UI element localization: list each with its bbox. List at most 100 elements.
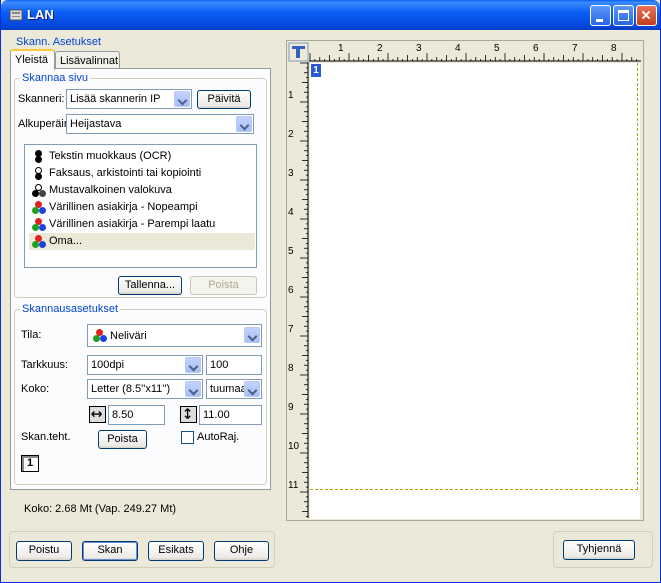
page-marker[interactable]: 1 <box>311 64 321 77</box>
ruler-left-label: 10 <box>288 441 300 452</box>
width-input[interactable]: 8.50 <box>108 405 165 425</box>
scan-area-delete-button[interactable]: Poista <box>98 430 147 449</box>
ruler-top-label: 8 <box>611 43 617 54</box>
mode-select-value: Neliväri <box>110 330 147 342</box>
scanner-app-icon <box>9 9 23 21</box>
help-button[interactable]: Ohje <box>214 541 269 561</box>
unit-select-value: tuumaa <box>210 383 247 395</box>
width-icon <box>89 406 106 423</box>
ruler-left-label: 3 <box>288 168 294 179</box>
ruler-left-label: 7 <box>288 324 294 335</box>
ruler-left-label: 8 <box>288 363 294 374</box>
ruler-top-label: 1 <box>338 43 344 54</box>
ruler-left-label: 11 <box>288 480 299 491</box>
minimize-button[interactable] <box>590 5 611 26</box>
color-dots-icon <box>32 201 46 214</box>
tab-advanced-label: Lisävalinnat <box>60 55 119 67</box>
scan-settings-legend: Skannausasetukset <box>20 303 121 315</box>
tab-general[interactable]: Yleistä <box>10 49 55 70</box>
preset-label: Oma... <box>49 235 83 247</box>
scan-area-frame[interactable] <box>310 63 638 490</box>
preset-label: Värillinen asiakirja - Nopeampi <box>49 201 198 213</box>
autocrop-checkbox[interactable] <box>181 431 194 444</box>
resolution-select[interactable]: 100dpi <box>87 355 203 375</box>
gray-dots-icon <box>32 184 46 197</box>
preset-list[interactable]: Tekstin muokkaus (OCR) Faksaus, arkistoi… <box>24 144 257 268</box>
resolution-label: Tarkkuus: <box>21 359 69 371</box>
preset-item[interactable]: Värillinen asiakirja - Parempi laatu <box>29 216 255 233</box>
ruler-left: 1 2 3 4 5 6 7 8 9 10 11 <box>288 62 309 518</box>
chevron-down-icon <box>185 381 201 397</box>
chevron-down-icon <box>244 327 260 343</box>
size-status: Koko: 2.68 Mt (Vap. 249.27 Mt) <box>24 503 177 515</box>
exit-button[interactable]: Poistu <box>16 541 72 561</box>
ruler-top: 1 2 3 4 5 6 7 8 <box>309 42 641 62</box>
chevron-down-icon <box>185 357 201 373</box>
ruler-corner[interactable] <box>288 42 309 62</box>
scanner-select-value: Lisää skannerin IP <box>70 93 161 105</box>
size-label: Koko: <box>21 383 50 395</box>
color-dots-icon <box>93 329 107 342</box>
preset-label: Värillinen asiakirja - Parempi laatu <box>49 218 216 230</box>
scanner-select[interactable]: Lisää skannerin IP <box>66 89 192 109</box>
color-dots-icon <box>32 218 46 231</box>
source-select[interactable]: Heijastava <box>66 114 254 134</box>
resolution-input[interactable]: 100 <box>206 355 262 375</box>
size-select-value: Letter (8.5''x11'') <box>91 383 171 395</box>
delete-preset-button[interactable]: Poista <box>190 276 257 295</box>
ruler-left-label: 4 <box>288 207 294 218</box>
tab-general-label: Yleistä <box>15 54 49 66</box>
ruler-top-label: 6 <box>533 43 539 54</box>
window-title: LAN <box>27 7 54 22</box>
preset-item-selected[interactable]: Oma... <box>29 233 255 250</box>
scanner-label: Skanneri: <box>18 93 65 105</box>
autocrop-label: AutoRaj. <box>197 431 240 443</box>
preset-item[interactable]: Faksaus, arkistointi tai kopiointi <box>29 165 255 182</box>
ruler-top-label: 3 <box>416 43 422 54</box>
mode-select[interactable]: Neliväri <box>87 324 262 347</box>
ruler-top-label: 4 <box>455 43 461 54</box>
scan-area-label: Skan.teht. <box>21 431 71 443</box>
source-select-value: Heijastava <box>70 118 122 130</box>
height-input[interactable]: 11.00 <box>199 405 262 425</box>
scan-button[interactable]: Skan <box>82 541 138 561</box>
preview-button[interactable]: Esikats <box>148 541 204 561</box>
preset-item[interactable]: Värillinen asiakirja - Nopeampi <box>29 199 255 216</box>
preset-item[interactable]: Tekstin muokkaus (OCR) <box>29 148 255 165</box>
refresh-button[interactable]: Päivitä <box>197 90 251 109</box>
page-marker-value: 1 <box>313 65 319 76</box>
page-count-value: 1 <box>26 457 34 469</box>
source-label: Alkuperäin <box>18 118 70 130</box>
ruler-top-ticks <box>309 53 641 62</box>
ruler-left-label: 9 <box>288 402 294 413</box>
maximize-button[interactable] <box>613 5 634 26</box>
ruler-top-label: 2 <box>377 43 383 54</box>
ruler-left-label: 2 <box>288 129 294 140</box>
ruler-top-label: 7 <box>572 43 578 54</box>
settings-group-legend: Skann. Asetukset <box>14 36 103 48</box>
height-icon <box>180 406 197 423</box>
preset-label: Faksaus, arkistointi tai kopiointi <box>49 167 202 179</box>
preset-label: Mustavalkoinen valokuva <box>49 184 172 196</box>
size-select[interactable]: Letter (8.5''x11'') <box>87 379 203 399</box>
main-window: LAN Skann. Asetukset Yleistä Lisävalinna… <box>0 0 661 583</box>
preset-item[interactable]: Mustavalkoinen valokuva <box>29 182 255 199</box>
crop-tool-icon <box>288 42 309 62</box>
maximize-icon <box>618 10 629 21</box>
title-bar[interactable]: LAN <box>1 0 660 30</box>
resolution-select-value: 100dpi <box>91 359 125 371</box>
bw-dots-icon <box>32 150 46 163</box>
chevron-down-icon <box>174 91 190 107</box>
page-count-badge[interactable]: 1 <box>21 455 39 472</box>
unit-select[interactable]: tuumaa <box>206 379 262 399</box>
close-button[interactable] <box>636 5 657 26</box>
preset-label: Tekstin muokkaus (OCR) <box>49 150 172 162</box>
close-icon <box>641 10 651 20</box>
chevron-down-icon <box>236 116 252 132</box>
scan-page-legend: Skannaa sivu <box>20 72 91 84</box>
clear-button[interactable]: Tyhjennä <box>563 540 635 560</box>
ruler-left-label: 1 <box>288 90 294 101</box>
save-preset-button[interactable]: Tallenna... <box>118 276 182 295</box>
ruler-top-label: 5 <box>494 43 500 54</box>
color-dots-icon <box>32 235 46 248</box>
